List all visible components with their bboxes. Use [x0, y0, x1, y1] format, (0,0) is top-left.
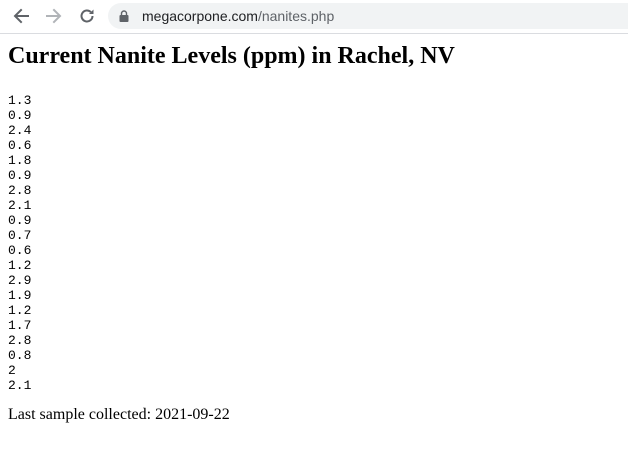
lock-icon — [119, 10, 129, 22]
last-sample-date: 2021-09-22 — [155, 406, 230, 423]
reading-value: 1.9 — [8, 288, 32, 303]
page-title: Current Nanite Levels (ppm) in Rachel, N… — [8, 43, 455, 69]
reading-value: 2 — [8, 363, 16, 378]
reading-value: 0.6 — [8, 243, 32, 258]
arrow-right-icon — [46, 8, 62, 24]
back-button[interactable] — [8, 4, 34, 28]
reading-value: 0.9 — [8, 213, 32, 228]
forward-button[interactable] — [41, 4, 67, 28]
last-sample-label: Last sample collected: — [8, 406, 156, 423]
reading-value: 0.6 — [8, 138, 32, 153]
address-bar[interactable]: megacorpone.com/nanites.php — [108, 3, 628, 29]
reading-value: 2.1 — [8, 378, 32, 393]
url-text[interactable]: megacorpone.com/nanites.php — [142, 8, 334, 24]
reading-value: 0.9 — [8, 168, 32, 183]
page-content: Current Nanite Levels (ppm) in Rachel, N… — [8, 33, 620, 424]
reading-value: 2.8 — [8, 333, 32, 348]
reading-value: 0.7 — [8, 228, 32, 243]
reading-value: 2.1 — [8, 198, 32, 213]
reading-value: 2.9 — [8, 273, 32, 288]
reading-value: 1.3 — [8, 93, 32, 108]
reading-value: 2.4 — [8, 123, 32, 138]
reading-value: 0.8 — [8, 348, 32, 363]
reload-button[interactable] — [74, 4, 100, 28]
browser-toolbar: megacorpone.com/nanites.php — [0, 0, 628, 34]
reading-value: 1.2 — [8, 258, 32, 273]
nanite-readings-list: 1.3 0.9 2.4 0.6 1.8 0.9 2.8 2.1 0.9 0.7 0.6 1.2 2.9 1… — [8, 93, 620, 393]
reload-icon — [80, 9, 94, 23]
last-sample-line: Last sample collected: 2021-09-22 — [8, 405, 620, 424]
reading-value: 2.8 — [8, 183, 32, 198]
reading-value: 1.7 — [8, 318, 32, 333]
reading-value: 1.2 — [8, 303, 32, 318]
url-path: /nanites.php — [257, 8, 335, 24]
arrow-left-icon — [13, 8, 29, 24]
url-host: megacorpone.com — [142, 8, 258, 24]
reading-value: 0.9 — [8, 108, 32, 123]
reading-value: 1.8 — [8, 153, 32, 168]
